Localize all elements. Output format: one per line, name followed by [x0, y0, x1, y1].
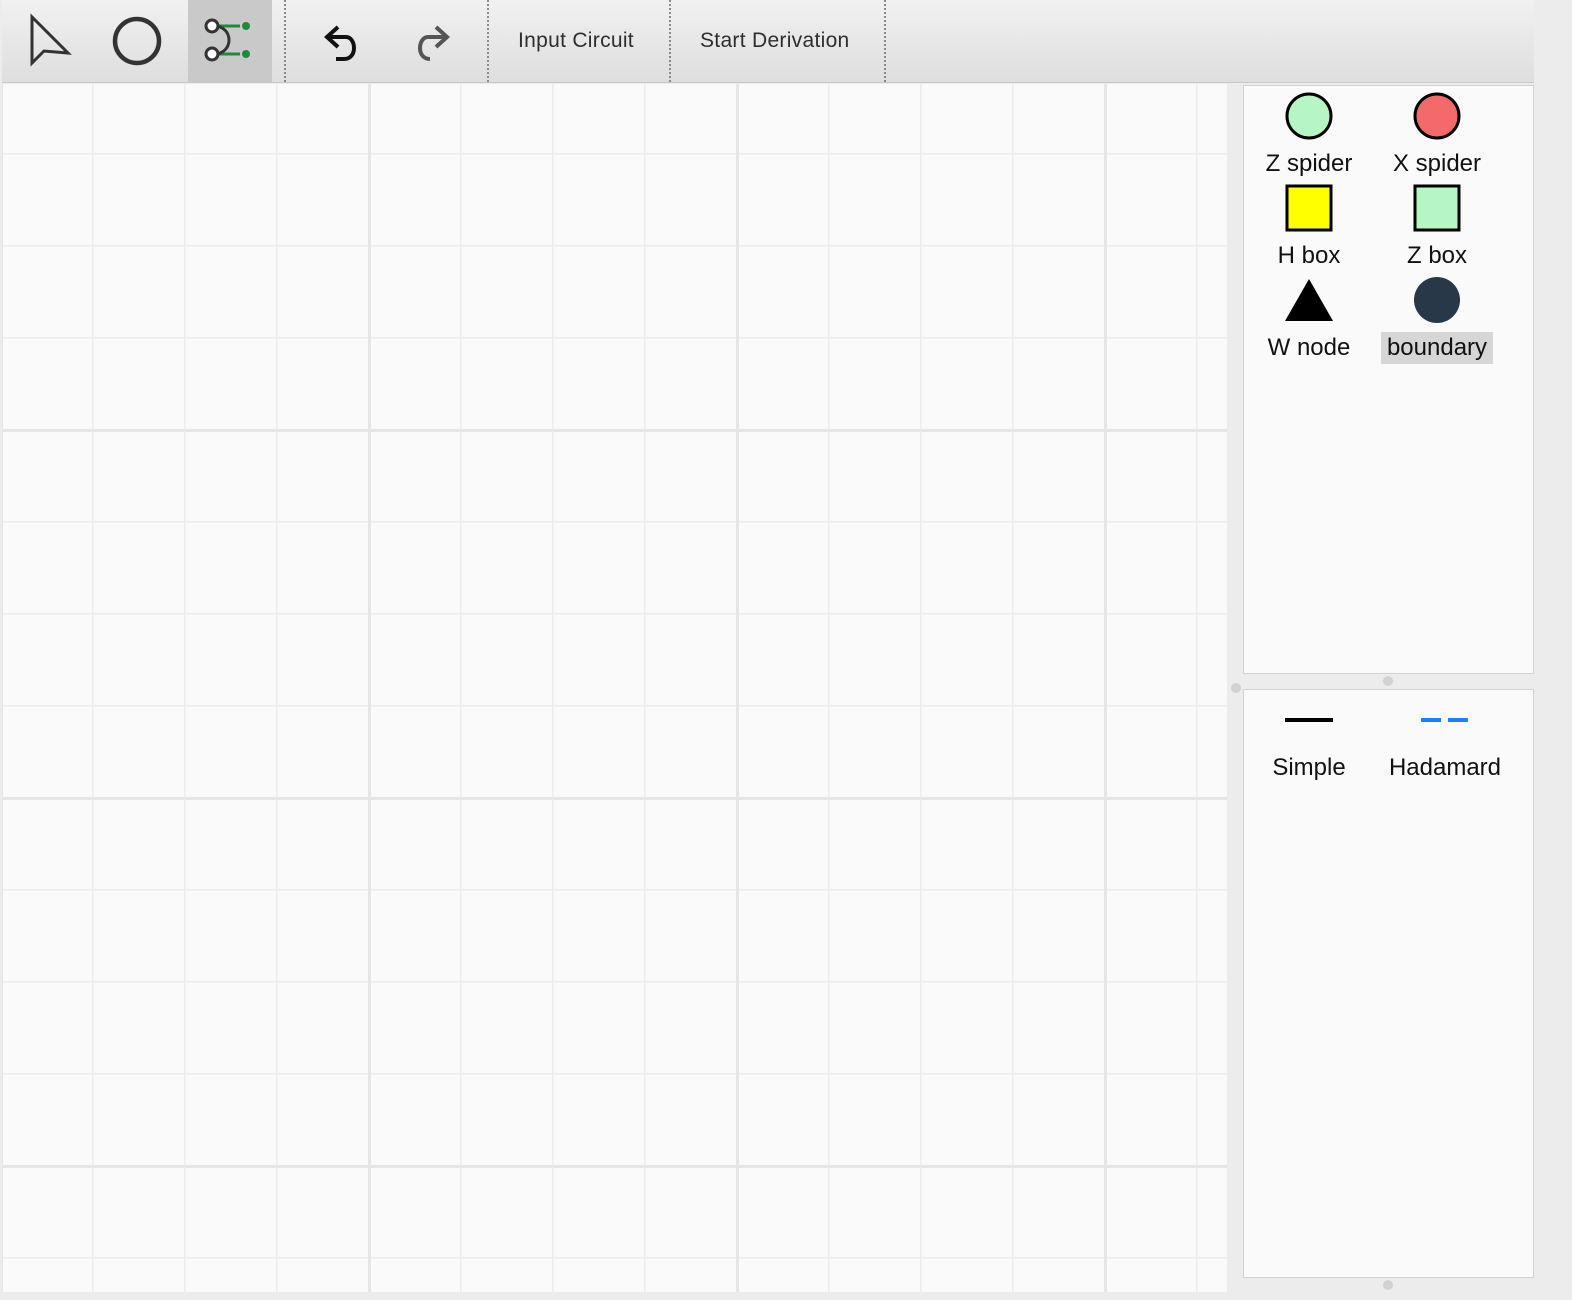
toolbar-separator	[487, 0, 489, 82]
undo-button[interactable]	[300, 0, 384, 82]
cursor-arrow-icon	[30, 13, 72, 67]
toolbar-separator	[284, 0, 286, 82]
x-spider-icon	[1413, 92, 1461, 140]
toolbar-separator	[669, 0, 671, 82]
toolbar: Input Circuit Start Derivation	[2, 0, 1534, 83]
hadamard-edge-icon	[1421, 718, 1469, 722]
vertex-tool-button[interactable]	[95, 0, 179, 82]
palette-item-label: H box	[1277, 242, 1341, 269]
edge-palette: Simple Hadamard	[1243, 689, 1534, 1278]
input-circuit-button[interactable]: Input Circuit	[518, 0, 634, 82]
palette-item-label: Z spider	[1265, 150, 1353, 177]
vertex-palette: Z spider X spider H box Z box W node bou…	[1243, 85, 1534, 674]
w-node-icon	[1285, 279, 1333, 321]
z-box-icon	[1413, 184, 1461, 232]
h-box-icon	[1285, 184, 1333, 232]
start-derivation-button[interactable]: Start Derivation	[700, 0, 850, 82]
palette-item-label: boundary	[1380, 332, 1494, 364]
edge-connect-icon	[204, 18, 250, 62]
palette-item-x-spider[interactable]: X spider	[1372, 86, 1502, 180]
splitter-handle[interactable]	[1383, 676, 1393, 686]
splitter-handle[interactable]	[1231, 683, 1241, 693]
redo-button[interactable]	[390, 0, 474, 82]
graph-canvas[interactable]	[2, 84, 1227, 1292]
palette-item-label: X spider	[1392, 150, 1482, 177]
palette-item-boundary[interactable]: boundary	[1372, 270, 1502, 364]
palette-item-label: Simple	[1272, 754, 1346, 781]
toolbar-separator	[884, 0, 886, 82]
circle-icon	[112, 16, 162, 66]
boundary-icon	[1414, 277, 1460, 323]
z-spider-icon	[1285, 92, 1333, 140]
palette-item-w-node[interactable]: W node	[1244, 270, 1374, 364]
redo-icon	[418, 25, 450, 61]
palette-item-h-box[interactable]: H box	[1244, 178, 1374, 272]
palette-item-z-spider[interactable]: Z spider	[1244, 86, 1374, 180]
select-tool-button[interactable]	[8, 0, 92, 82]
simple-edge-icon	[1285, 718, 1333, 722]
undo-icon	[324, 25, 356, 61]
palette-item-simple-edge[interactable]: Simple	[1244, 690, 1374, 784]
splitter-handle[interactable]	[1383, 1280, 1393, 1290]
palette-item-label: Hadamard	[1388, 754, 1502, 781]
edge-tool-button[interactable]	[188, 0, 272, 82]
palette-item-hadamard-edge[interactable]: Hadamard	[1380, 690, 1510, 784]
palette-item-label: W node	[1267, 334, 1351, 361]
palette-item-z-box[interactable]: Z box	[1372, 178, 1502, 272]
palette-item-label: Z box	[1406, 242, 1468, 269]
